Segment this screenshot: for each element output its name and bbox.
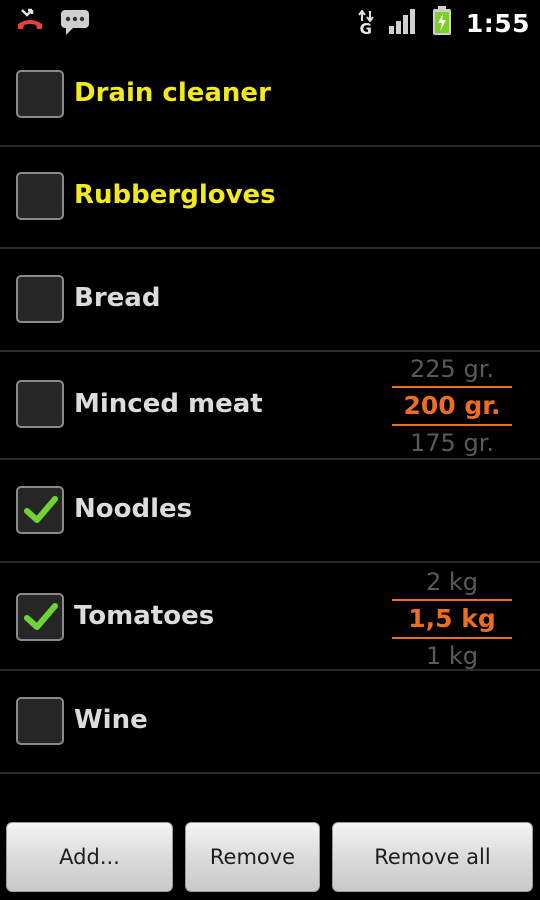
quantity-option-below[interactable]: 1 kg [392, 639, 512, 673]
quantity-selected[interactable]: 200 gr. [392, 386, 512, 426]
list-item[interactable]: Tomatoes 2 kg 1,5 kg 1 kg [0, 563, 540, 671]
checkmark-icon [24, 603, 58, 630]
data-activity-icon: G [358, 9, 374, 38]
item-label: Bread [74, 283, 161, 313]
item-label: Minced meat [74, 389, 263, 419]
item-checkbox[interactable] [16, 593, 64, 641]
item-checkbox[interactable] [16, 172, 64, 220]
list-item[interactable]: Minced meat 225 gr. 200 gr. 175 gr. [0, 352, 540, 460]
status-time: 1:55 [465, 8, 530, 38]
item-label: Drain cleaner [74, 78, 271, 108]
item-checkbox[interactable] [16, 275, 64, 323]
missed-call-icon [14, 8, 46, 40]
status-bar: G 1:55 [0, 0, 540, 48]
remove-all-button[interactable]: Remove all [332, 822, 533, 892]
signal-icon [388, 8, 418, 38]
network-type-label: G [359, 19, 372, 38]
remove-button[interactable]: Remove [185, 822, 320, 892]
item-checkbox[interactable] [16, 486, 64, 534]
item-checkbox[interactable] [16, 380, 64, 428]
list-item[interactable]: Bread [0, 249, 540, 352]
quantity-option-below[interactable]: 175 gr. [392, 426, 512, 460]
list-item[interactable]: Rubbergloves [0, 147, 540, 249]
list-item[interactable]: Noodles [0, 460, 540, 563]
item-label: Noodles [74, 494, 193, 524]
quantity-selected[interactable]: 1,5 kg [392, 599, 512, 639]
checkmark-icon [24, 496, 58, 523]
item-label: Wine [74, 705, 148, 735]
quantity-option-above[interactable]: 2 kg [392, 565, 512, 599]
list-item[interactable]: Wine [0, 671, 540, 774]
quantity-picker[interactable]: 225 gr. 200 gr. 175 gr. [392, 352, 512, 460]
item-checkbox[interactable] [16, 697, 64, 745]
item-label: Rubbergloves [74, 180, 276, 210]
item-label: Tomatoes [74, 601, 215, 631]
battery-charging-icon [432, 6, 452, 40]
add-button[interactable]: Add... [6, 822, 173, 892]
list-item[interactable]: Drain cleaner [0, 48, 540, 147]
shopping-list: Drain cleaner Rubbergloves Bread Minced … [0, 48, 540, 774]
quantity-picker[interactable]: 2 kg 1,5 kg 1 kg [392, 565, 512, 673]
quantity-option-above[interactable]: 225 gr. [392, 352, 512, 386]
button-bar: Add... Remove Remove all [0, 812, 540, 900]
sms-icon [60, 8, 90, 40]
item-checkbox[interactable] [16, 70, 64, 118]
